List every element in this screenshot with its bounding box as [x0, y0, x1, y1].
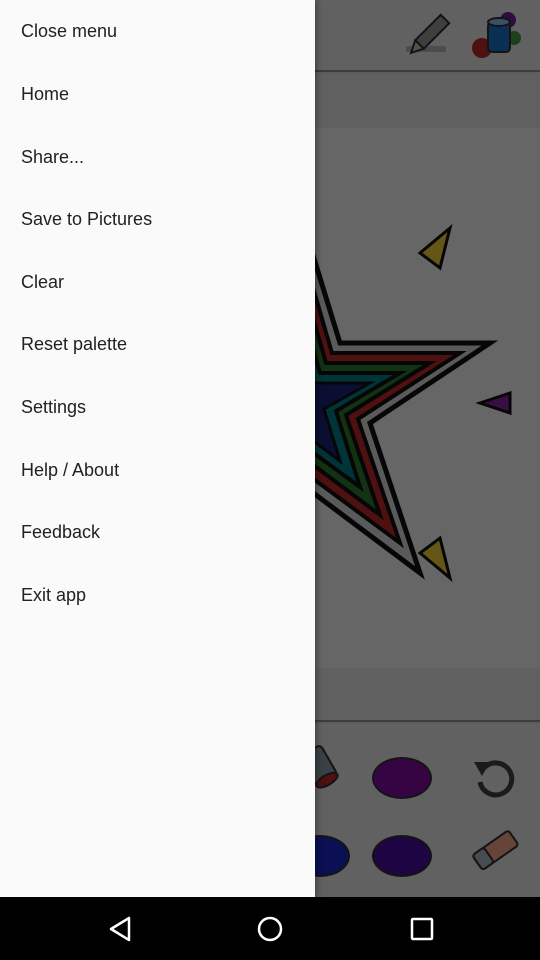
menu-item-label: Save to Pictures	[21, 208, 153, 229]
menu-item-label: Help / About	[21, 459, 120, 480]
menu-item-home[interactable]: Home	[0, 63, 315, 125]
home-icon[interactable]	[220, 897, 320, 960]
recents-icon[interactable]	[372, 897, 472, 960]
back-icon[interactable]	[70, 897, 170, 960]
menu-item-label: Share...	[21, 146, 85, 167]
menu-item-reset-palette[interactable]: Reset palette	[0, 313, 315, 375]
menu-item-share[interactable]: Share...	[0, 126, 315, 188]
menu-item-close[interactable]: Close menu	[0, 0, 315, 62]
menu-item-save-to-pictures[interactable]: Save to Pictures	[0, 188, 315, 250]
menu-item-exit-app[interactable]: Exit app	[0, 564, 315, 626]
menu-item-help-about[interactable]: Help / About	[0, 439, 315, 501]
menu-item-clear[interactable]: Clear	[0, 251, 315, 313]
system-navigation-bar	[0, 897, 540, 960]
navigation-drawer: Close menu Home Share... Save to Picture…	[0, 0, 315, 897]
menu-item-settings[interactable]: Settings	[0, 376, 315, 438]
menu-item-feedback[interactable]: Feedback	[0, 501, 315, 563]
menu-item-label: Feedback	[21, 521, 101, 542]
menu-item-label: Reset palette	[21, 333, 128, 354]
menu-item-label: Clear	[21, 271, 65, 292]
menu-item-label: Settings	[21, 396, 87, 417]
menu-item-label: Home	[21, 83, 70, 104]
menu-item-label: Exit app	[21, 584, 87, 605]
menu-item-label: Close menu	[21, 20, 118, 41]
